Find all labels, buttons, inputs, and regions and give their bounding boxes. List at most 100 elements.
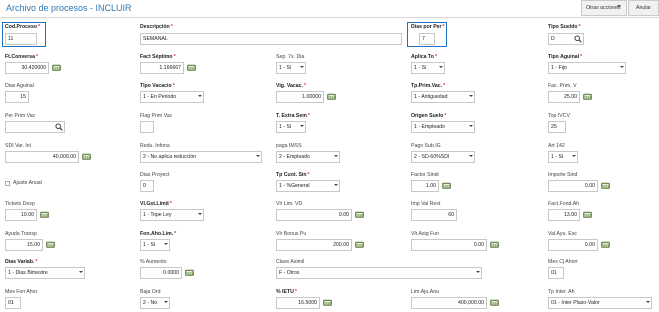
chevron-down-icon[interactable] (164, 243, 168, 245)
tp-prim-vac-label: Tp.Prim.Vac. (411, 83, 443, 89)
fon-aho-lim-select[interactable]: 1 - Si (140, 239, 170, 251)
tipo-aguinal-select[interactable]: 1 - Fijo (548, 62, 626, 74)
tp-cuot-sin-select[interactable]: 1 - %General (276, 180, 340, 192)
calculator-icon[interactable] (40, 211, 49, 218)
factor-sindi-input[interactable]: 1.00 (411, 180, 439, 192)
chevron-down-icon[interactable] (617, 5, 621, 8)
sdi-var-ini-label: SDI Var. Ini (5, 143, 31, 149)
calculator-icon[interactable] (583, 93, 592, 100)
ft-conversa-input[interactable]: 30.420000 (5, 62, 49, 74)
calculator-icon[interactable] (601, 182, 610, 189)
calculator-icon[interactable] (355, 211, 364, 218)
other-actions-button[interactable]: Otras acciones (581, 0, 627, 16)
vl-gst-limit-select[interactable]: 1 - Tope Ley (140, 209, 204, 221)
pago-sub-ig-select[interactable]: 2 - SD-60%SDI (411, 151, 475, 163)
pct-ietu-input[interactable]: 16.5000 (276, 297, 320, 309)
dias-por-per-input[interactable]: 7 (419, 33, 435, 45)
t-extra-sem-select[interactable]: 1 - Si (276, 121, 306, 133)
vlr-lim-vd-input[interactable]: 0.00 (276, 209, 352, 221)
mes-fon-ahor-input[interactable]: 01 (5, 297, 21, 309)
tickets-desp-label: Tickets Desp (5, 201, 35, 207)
aplica-to-select[interactable]: 1 - Si (411, 62, 445, 74)
chevron-down-icon[interactable] (300, 66, 304, 68)
cancel-button[interactable]: Anular (628, 0, 659, 16)
calculator-icon[interactable] (355, 241, 364, 248)
art-142-label: Art 142 (548, 143, 565, 149)
chevron-down-icon[interactable] (469, 155, 473, 157)
chevron-down-icon[interactable] (476, 271, 480, 273)
chevron-down-icon[interactable] (439, 66, 443, 68)
tp-prim-vac-select[interactable]: 1 - Antiguedad (411, 91, 475, 103)
calculator-icon[interactable] (490, 299, 499, 306)
chevron-down-icon[interactable] (334, 184, 338, 186)
tipo-vacacio-select[interactable]: 1 - En Periodo (140, 91, 204, 103)
ayuda-transp-input[interactable]: 15.00 (5, 239, 43, 251)
fact-fond-ah-label: Fact.Fond.Ah (548, 201, 580, 207)
ajuste-anual-checkbox[interactable] (5, 181, 10, 186)
calculator-icon[interactable] (442, 182, 451, 189)
calculator-icon[interactable] (323, 299, 332, 306)
vlr-asig-fun-input[interactable]: 0.00 (411, 239, 487, 251)
chevron-down-icon[interactable] (469, 125, 473, 127)
chevron-down-icon[interactable] (256, 155, 260, 157)
clave-asimil-select[interactable]: F - Otros (276, 267, 482, 279)
top-ivcv-input[interactable]: 25 (548, 121, 566, 133)
sdi-var-ini-input[interactable]: 40,000.00 (5, 151, 79, 163)
chevron-down-icon[interactable] (164, 301, 168, 303)
art-142-select[interactable]: 1 - Si (548, 151, 578, 163)
calculator-icon[interactable] (583, 211, 592, 218)
header-bar: Archivo de procesos - INCLUIR Otras acci… (0, 0, 659, 17)
mes-cj-ahorr-input[interactable]: 01 (548, 267, 564, 279)
val-ayu-esc-input[interactable]: 0.00 (548, 239, 598, 251)
tickets-desp-input[interactable]: 10.00 (5, 209, 37, 221)
importe-sind-input[interactable]: 0.00 (548, 180, 598, 192)
vig-vacac-input[interactable]: 1.00000 (276, 91, 324, 103)
fact-septimo-input[interactable]: 1.166667 (140, 62, 184, 74)
chevron-down-icon[interactable] (334, 155, 338, 157)
calculator-icon[interactable] (46, 241, 55, 248)
calculator-icon[interactable] (187, 64, 196, 71)
fact-fond-ah-input[interactable]: 13.00 (548, 209, 580, 221)
tp-inter-ah-select[interactable]: 01 - Inter Plazo-Valor (548, 297, 652, 309)
page-title: Archivo de procesos - INCLUIR (6, 3, 132, 13)
calculator-icon[interactable] (52, 64, 61, 71)
chevron-down-icon[interactable] (198, 213, 202, 215)
baja-ord-label: Baja Ord (140, 289, 161, 295)
calculator-icon[interactable] (185, 269, 194, 276)
calculator-icon[interactable] (490, 241, 499, 248)
descripcion-input[interactable]: SEMANAL (140, 33, 402, 45)
chevron-down-icon[interactable] (646, 301, 650, 303)
chevron-down-icon[interactable] (198, 95, 202, 97)
dias-aguinal-input[interactable]: 15 (5, 91, 29, 103)
pct-aumento-input[interactable]: 0.0000 (140, 267, 182, 279)
calculator-icon[interactable] (327, 93, 336, 100)
origen-suelo-select[interactable]: 1 - Empleado (411, 121, 475, 133)
calculator-icon[interactable] (82, 153, 91, 160)
factor-sindi-label: Factor Sindi (411, 172, 439, 178)
val-ayu-esc-label: Val.Ayu. Esc (548, 231, 577, 237)
dias-proyect-input[interactable]: 0 (140, 180, 154, 192)
paga-imss-select[interactable]: 2 - Empleado (276, 151, 340, 163)
baja-ord-select[interactable]: 2 - No (140, 297, 170, 309)
imp-val-rest-input[interactable]: 60 (411, 209, 457, 221)
search-icon[interactable] (55, 123, 63, 131)
fac-prim-v-input[interactable]: 25.00 (548, 91, 580, 103)
chevron-down-icon[interactable] (572, 155, 576, 157)
lim-aju-anu-input[interactable]: 400,000.00 (411, 297, 487, 309)
pct-aumento-label: % Aumento (140, 259, 167, 265)
cod-proceso-input[interactable]: 11 (5, 33, 37, 45)
chevron-down-icon[interactable] (300, 125, 304, 127)
chevron-down-icon[interactable] (79, 271, 83, 273)
mes-fon-ahor-label: Mes Fon Ahor (5, 289, 38, 295)
chevron-down-icon[interactable] (620, 66, 624, 68)
redu-infona-select[interactable]: 2 - No aplica reducción (140, 151, 262, 163)
calculator-icon[interactable] (601, 241, 610, 248)
dias-variab-select[interactable]: 1 - Dias Bimestre (5, 267, 85, 279)
header-divider (0, 17, 659, 18)
tp-inter-ah-label: Tp Inter. Ah (548, 289, 575, 295)
chevron-down-icon[interactable] (469, 95, 473, 97)
flag-prim-vac-input[interactable] (140, 121, 154, 133)
search-icon[interactable] (574, 35, 582, 43)
vlr-bonus-pu-input[interactable]: 200.00 (276, 239, 352, 251)
sep-7s-dia-select[interactable]: 1 - Si (276, 62, 306, 74)
